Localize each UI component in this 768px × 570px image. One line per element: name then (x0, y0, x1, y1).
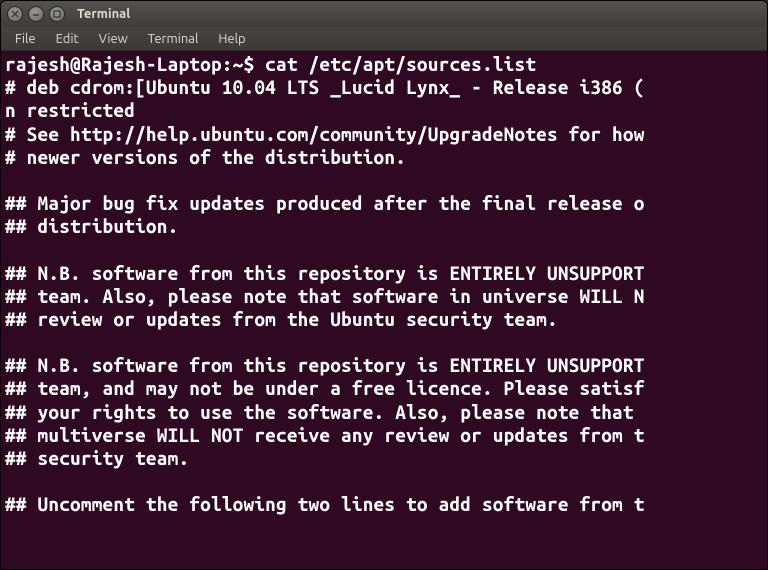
output-line: ## N.B. software from this repository is… (5, 354, 645, 376)
output-line: # See http://help.ubuntu.com/community/U… (5, 123, 645, 145)
output-line: ## distribution. (5, 215, 178, 237)
maximize-button[interactable] (49, 6, 65, 22)
menu-help[interactable]: Help (208, 29, 255, 49)
output-line: # newer versions of the distribution. (5, 146, 406, 168)
output-line: ## Major bug fix updates produced after … (5, 192, 645, 214)
minimize-button[interactable] (28, 6, 44, 22)
output-line: ## security team. (5, 447, 189, 469)
close-icon (11, 10, 19, 18)
close-button[interactable] (7, 6, 23, 22)
terminal-window: Terminal File Edit View Terminal Help ra… (0, 0, 768, 570)
output-line: # deb cdrom:[Ubuntu 10.04 LTS _Lucid Lyn… (5, 76, 645, 98)
maximize-icon (53, 10, 61, 18)
output-line: ## N.B. software from this repository is… (5, 262, 645, 284)
menu-terminal[interactable]: Terminal (138, 29, 209, 49)
terminal-output[interactable]: rajesh@Rajesh-Laptop:~$ cat /etc/apt/sou… (1, 51, 767, 569)
minimize-icon (32, 10, 40, 18)
menu-edit[interactable]: Edit (46, 29, 89, 49)
output-line: ## review or updates from the Ubuntu sec… (5, 308, 558, 330)
output-line: ## team, and may not be under a free lic… (5, 377, 645, 399)
menu-view[interactable]: View (89, 29, 138, 49)
menu-file[interactable]: File (5, 29, 46, 49)
output-line: ## Uncomment the following two lines to … (5, 493, 645, 515)
output-line: n restricted (5, 99, 135, 121)
menubar: File Edit View Terminal Help (1, 27, 767, 51)
output-line: ## your rights to use the software. Also… (5, 401, 645, 423)
titlebar[interactable]: Terminal (1, 1, 767, 27)
window-title: Terminal (77, 7, 130, 21)
output-line: ## team. Also, please note that software… (5, 285, 645, 307)
output-line: ## multiverse WILL NOT receive any revie… (5, 424, 645, 446)
command-text: cat /etc/apt/sources.list (265, 53, 536, 75)
prompt: rajesh@Rajesh-Laptop:~$ (5, 53, 265, 75)
window-controls (7, 6, 65, 22)
